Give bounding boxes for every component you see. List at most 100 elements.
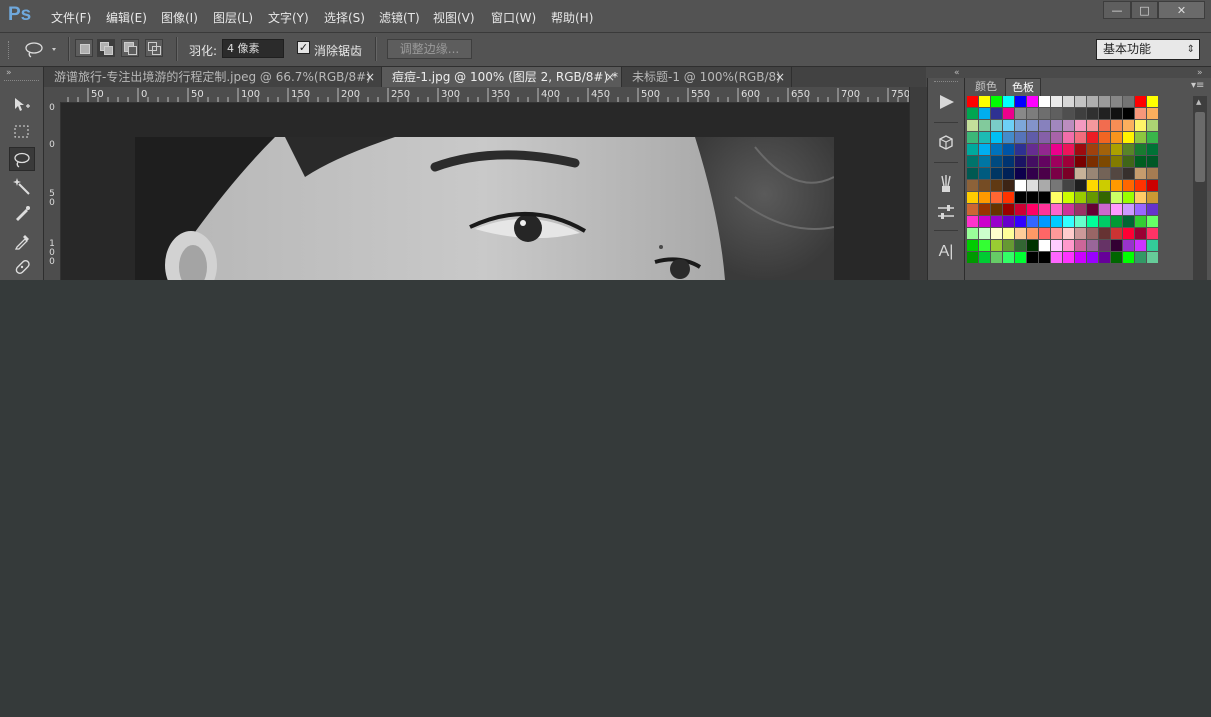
menu-item[interactable]: 帮助(H) (551, 9, 593, 26)
color-swatch[interactable] (1147, 204, 1158, 215)
color-swatch[interactable] (1099, 120, 1110, 131)
color-swatch[interactable] (1147, 180, 1158, 191)
color-swatch[interactable] (1075, 252, 1086, 263)
color-swatch[interactable] (1123, 228, 1134, 239)
color-swatch[interactable] (1087, 216, 1098, 227)
color-swatch[interactable] (1015, 120, 1026, 131)
color-swatch[interactable] (1135, 120, 1146, 131)
color-swatch[interactable] (1075, 180, 1086, 191)
color-swatch[interactable] (1027, 120, 1038, 131)
color-swatch[interactable] (1015, 132, 1026, 143)
strip-grip[interactable] (934, 81, 958, 85)
color-swatch[interactable] (979, 204, 990, 215)
color-swatch[interactable] (1075, 228, 1086, 239)
color-swatch[interactable] (967, 96, 978, 107)
color-swatch[interactable] (1003, 252, 1014, 263)
color-swatch[interactable] (1051, 192, 1062, 203)
color-swatch[interactable] (1075, 204, 1086, 215)
color-swatch[interactable] (1063, 180, 1074, 191)
color-swatch[interactable] (1015, 204, 1026, 215)
lasso-tool[interactable] (9, 147, 35, 171)
color-swatch[interactable] (1003, 144, 1014, 155)
color-swatch[interactable] (1123, 192, 1134, 203)
color-swatch[interactable] (1135, 156, 1146, 167)
document-tab[interactable]: 未标题-1 @ 100%(RGB/8) × (622, 67, 792, 87)
color-swatch[interactable] (1051, 180, 1062, 191)
color-swatch[interactable] (1123, 168, 1134, 179)
menu-item[interactable]: 编辑(E) (106, 9, 147, 26)
color-swatch[interactable] (1123, 108, 1134, 119)
vertical-ruler[interactable]: 0 0 5 0 1 0 0 (44, 102, 61, 280)
color-swatch[interactable] (967, 144, 978, 155)
tab-swatches[interactable]: 色板 (1005, 78, 1041, 96)
color-swatch[interactable] (1003, 180, 1014, 191)
color-swatch[interactable] (1015, 252, 1026, 263)
restore-button[interactable]: □ (1131, 1, 1158, 19)
color-swatch[interactable] (979, 216, 990, 227)
color-swatch[interactable] (1147, 216, 1158, 227)
close-tab-icon[interactable]: × (775, 67, 785, 87)
grip-handle[interactable] (8, 41, 12, 59)
menu-item[interactable]: 文字(Y) (268, 9, 309, 26)
marquee-tool[interactable] (9, 120, 35, 144)
color-swatch[interactable] (1039, 156, 1050, 167)
color-swatch[interactable] (979, 108, 990, 119)
color-swatch[interactable] (1003, 204, 1014, 215)
color-swatch[interactable] (1111, 180, 1122, 191)
color-swatch[interactable] (1087, 192, 1098, 203)
color-swatch[interactable] (1087, 108, 1098, 119)
color-swatch[interactable] (1087, 228, 1098, 239)
color-swatch[interactable] (1027, 108, 1038, 119)
color-swatch[interactable] (1099, 168, 1110, 179)
color-swatch[interactable] (1051, 252, 1062, 263)
color-swatch[interactable] (1003, 96, 1014, 107)
color-swatch[interactable] (979, 192, 990, 203)
color-swatch[interactable] (1123, 132, 1134, 143)
color-swatch[interactable] (1135, 228, 1146, 239)
scroll-thumb[interactable] (1195, 112, 1205, 182)
color-swatch[interactable] (1099, 252, 1110, 263)
color-swatch[interactable] (1099, 192, 1110, 203)
color-swatch[interactable] (991, 228, 1002, 239)
refine-edge-button[interactable]: 调整边缘... (387, 39, 472, 59)
color-swatch[interactable] (1063, 168, 1074, 179)
color-swatch[interactable] (1147, 252, 1158, 263)
color-swatch[interactable] (991, 192, 1002, 203)
color-swatch[interactable] (967, 204, 978, 215)
color-swatch[interactable] (1063, 204, 1074, 215)
color-swatch[interactable] (1051, 216, 1062, 227)
color-swatch[interactable] (1123, 240, 1134, 251)
color-swatch[interactable] (1063, 120, 1074, 131)
magic-wand-tool[interactable] (9, 174, 35, 198)
color-swatch[interactable] (1039, 240, 1050, 251)
color-swatch[interactable] (1111, 240, 1122, 251)
color-swatch[interactable] (1111, 132, 1122, 143)
menu-item[interactable]: 选择(S) (324, 9, 365, 26)
color-swatch[interactable] (1051, 156, 1062, 167)
color-swatch[interactable] (1099, 108, 1110, 119)
color-swatch[interactable] (1027, 216, 1038, 227)
color-swatch[interactable] (1051, 108, 1062, 119)
swatch-scrollbar[interactable]: ▲ (1193, 96, 1207, 280)
document-tab[interactable]: 游谱旅行-专注出境游的行程定制.jpeg @ 66.7%(RGB/8#) × (44, 67, 382, 87)
color-swatch[interactable] (1063, 228, 1074, 239)
color-swatch[interactable] (1147, 108, 1158, 119)
color-swatch[interactable] (1051, 168, 1062, 179)
color-swatch[interactable] (1147, 96, 1158, 107)
color-swatch[interactable] (1075, 120, 1086, 131)
collapse-panel-icon[interactable]: » (1197, 68, 1203, 78)
menu-item[interactable]: 窗口(W) (491, 9, 536, 26)
color-swatch[interactable] (1123, 156, 1134, 167)
color-swatch[interactable] (1039, 144, 1050, 155)
color-swatch[interactable] (1099, 216, 1110, 227)
color-swatch[interactable] (1135, 108, 1146, 119)
color-swatch[interactable] (1003, 228, 1014, 239)
color-swatch[interactable] (1135, 240, 1146, 251)
color-swatch[interactable] (991, 204, 1002, 215)
color-swatch[interactable] (1111, 228, 1122, 239)
color-swatch[interactable] (1123, 96, 1134, 107)
color-swatch[interactable] (1027, 168, 1038, 179)
color-swatch[interactable] (1003, 216, 1014, 227)
color-swatch[interactable] (1063, 144, 1074, 155)
color-swatch[interactable] (1027, 204, 1038, 215)
